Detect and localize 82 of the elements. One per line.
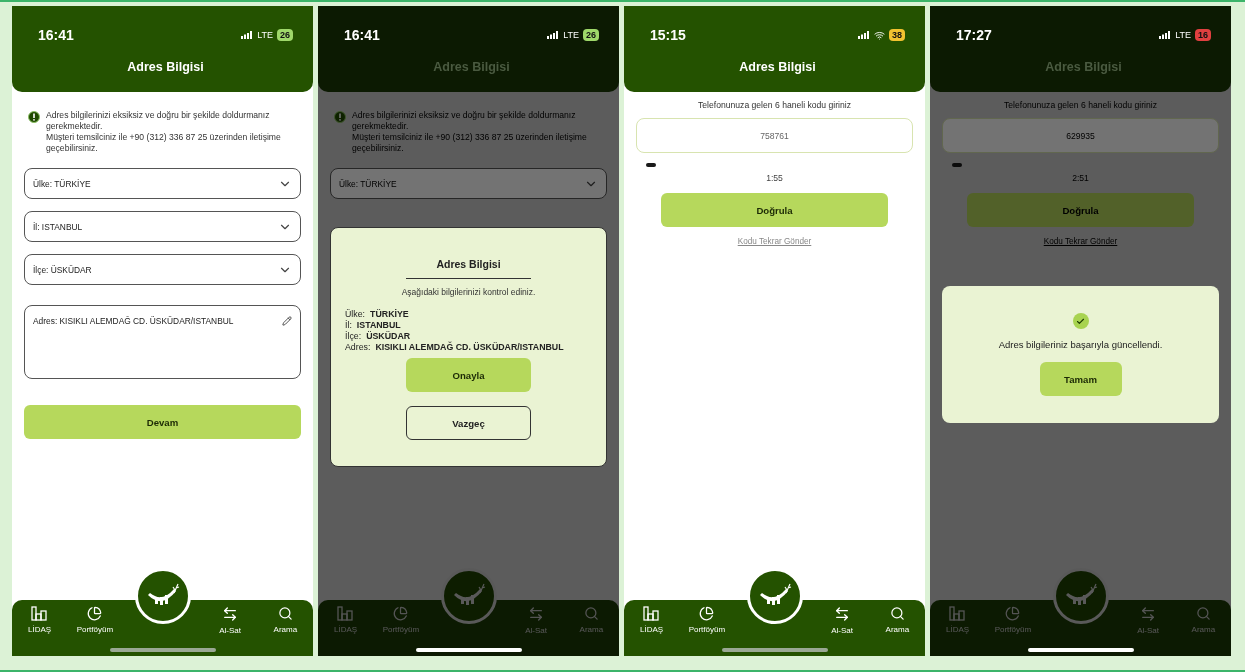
status-time: 16:41	[344, 27, 380, 43]
dropdown-field[interactable]: Ülke: TÜRKİYE	[24, 168, 301, 199]
dialog-subtitle: Aşağıdaki bilgilerinizi kontrol ediniz.	[401, 287, 536, 297]
tab-item[interactable]: Arama	[257, 606, 313, 634]
info-icon	[28, 111, 40, 123]
tab-item[interactable]: Portföyüm	[67, 606, 123, 634]
countdown-timer: 1:55	[765, 173, 784, 183]
notice-text: Müşteri temsilciniz ile +90 (312) 336 87 25 üzerinden iletişime geçebilirsiniz.	[352, 132, 588, 154]
status-time: 15:15	[650, 27, 686, 43]
wifi-icon	[874, 29, 885, 41]
bar-chart-icon	[643, 606, 661, 621]
pie-chart-icon	[393, 606, 409, 621]
arrows-icon	[1140, 606, 1157, 622]
cancel-button[interactable]: Vazgeç	[406, 406, 531, 440]
verify-button[interactable]: Doğrula	[661, 193, 888, 227]
dash-mark	[952, 163, 962, 167]
bar-chart-icon	[31, 606, 49, 621]
status-time: 17:27	[956, 27, 992, 43]
detail-value: KISIKLI ALEMDAĞ CD. ÜSKÜDAR/ISTANBUL	[375, 342, 564, 352]
tab-item[interactable]: Al-Sat	[814, 606, 870, 635]
status-time: 16:41	[38, 27, 74, 43]
signal-icon	[547, 31, 560, 39]
bar-chart-icon	[337, 606, 355, 621]
detail-value: ISTANBUL	[356, 320, 401, 330]
signal-icon	[858, 31, 870, 39]
tab-item[interactable]: Portföyüm	[679, 606, 735, 634]
pie-chart-icon	[699, 606, 715, 621]
screen-title: Adres Bilgisi	[432, 60, 511, 74]
arrows-icon	[834, 606, 851, 622]
tab-item[interactable]: Al-Sat	[202, 606, 258, 635]
detail-label: Adres:	[345, 342, 371, 352]
search-icon	[1195, 606, 1211, 621]
tab-item[interactable]: Arama	[869, 606, 925, 634]
search-icon	[583, 606, 599, 621]
signal-icon	[1159, 31, 1172, 39]
arrows-icon	[528, 606, 545, 622]
ok-button[interactable]: Tamam	[1039, 362, 1122, 396]
battery-level: 16	[1195, 29, 1211, 41]
success-message: Adres bilgileriniz başarıyla güncellendi.	[998, 339, 1163, 350]
countdown-timer: 2:51	[1071, 173, 1090, 183]
screen-title: Adres Bilgisi	[1044, 60, 1123, 74]
search-icon	[889, 606, 905, 621]
notice-text: Müşteri temsilciniz ile +90 (312) 336 87 25 üzerinden iletişime geçebilirsiniz.	[46, 132, 282, 154]
battery-level: 26	[277, 29, 293, 41]
notice-text: Adres bilgilerinizi eksiksiz ve doğru bir şekilde doldurmanız gerekmektedir.	[46, 110, 271, 132]
continue-button[interactable]: Devam	[24, 405, 301, 439]
dash-mark	[646, 163, 656, 167]
detail-label: Ülke:	[345, 309, 366, 319]
check-icon	[1072, 313, 1089, 329]
tab-item[interactable]: LİDAŞ	[12, 606, 68, 634]
info-icon	[334, 111, 346, 123]
arrows-icon	[222, 606, 239, 622]
network-label: LTE	[257, 30, 273, 40]
address-field[interactable]: Adres: KISIKLI ALEMDAĞ CD. ÜSKÜDAR/ISTANBUL	[24, 305, 301, 379]
battery-level: 38	[889, 29, 905, 41]
pie-chart-icon	[1005, 606, 1021, 621]
network-label: LTE	[563, 30, 579, 40]
detail-value: ÜSKÜDAR	[366, 331, 411, 341]
detail-label: İl:	[345, 320, 352, 330]
code-input-field[interactable]: 758761	[636, 118, 913, 153]
resend-code-link[interactable]: Kodu Tekrar Gönder	[737, 237, 812, 246]
instruction-text: Telefonunuza gelen 6 haneli kodu giriniz	[697, 100, 852, 110]
battery-level: 26	[583, 29, 599, 41]
search-icon	[277, 606, 293, 621]
dropdown-field[interactable]: İlçe: ÜSKÜDAR	[24, 254, 301, 285]
dropdown-field[interactable]: İl: ISTANBUL	[24, 211, 301, 242]
dialog-title: Adres Bilgisi	[406, 258, 531, 279]
confirm-button[interactable]: Onayla	[406, 358, 531, 392]
notice-text: Adres bilgilerinizi eksiksiz ve doğru bir şekilde doldurmanız gerekmektedir.	[352, 110, 577, 132]
bar-chart-icon	[949, 606, 967, 621]
code-input-field[interactable]: 629935	[942, 118, 1219, 153]
network-label: LTE	[1175, 30, 1191, 40]
pie-chart-icon	[87, 606, 103, 621]
screen-title: Adres Bilgisi	[738, 60, 817, 74]
detail-value: TÜRKİYE	[370, 309, 409, 319]
detail-label: İlçe:	[345, 331, 362, 341]
tab-item[interactable]: LİDAŞ	[624, 606, 680, 634]
screen-title: Adres Bilgisi	[126, 60, 205, 74]
instruction-text: Telefonunuza gelen 6 haneli kodu giriniz	[1003, 100, 1158, 110]
pencil-icon	[282, 316, 292, 326]
dropdown-field[interactable]: Ülke: TÜRKİYE	[330, 168, 607, 199]
signal-icon	[241, 31, 254, 39]
